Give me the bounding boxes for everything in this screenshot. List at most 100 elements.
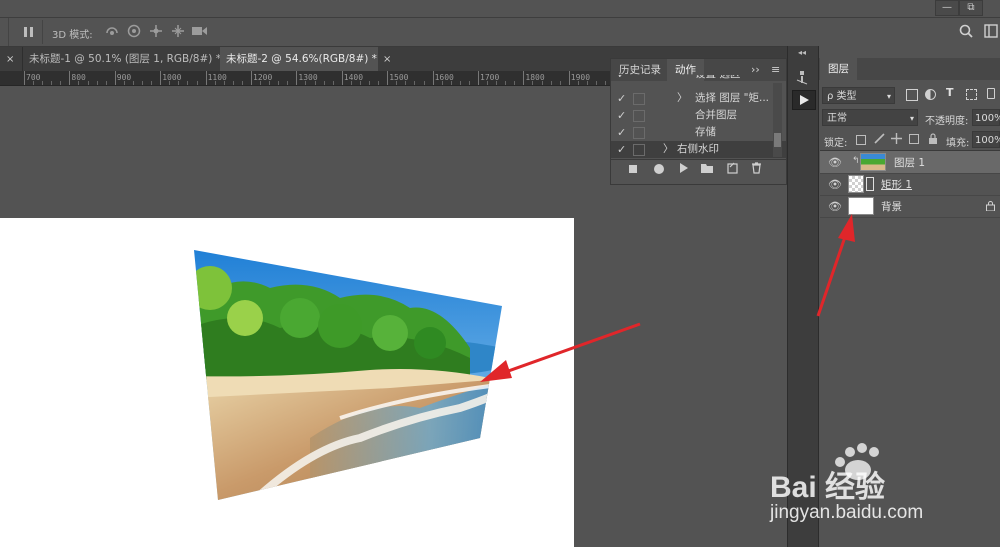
lock-artboard-icon[interactable] <box>909 134 919 144</box>
ruler-minor-tick <box>596 81 598 85</box>
lock-move-icon[interactable] <box>891 133 902 147</box>
layer-name[interactable]: 矩形 1 <box>881 177 912 192</box>
filter-type-icon[interactable]: T <box>946 86 954 99</box>
minimize-button[interactable]: — <box>935 0 959 16</box>
ruler-minor-tick <box>496 81 498 85</box>
options-bar: 3D 模式: <box>0 18 1000 47</box>
distribute-icon[interactable] <box>24 27 34 37</box>
filter-adjustment-icon[interactable] <box>925 89 936 100</box>
ruler-minor-tick <box>305 81 307 85</box>
opacity-input[interactable]: 100% <box>972 109 1000 126</box>
dialog-toggle-box[interactable] <box>633 93 645 105</box>
layer-row-selected[interactable]: 👁 ↰ 图层 1 <box>820 151 1000 174</box>
ruler-tick-line <box>160 71 162 85</box>
action-row[interactable]: ✓ 〉 选择 图层 "矩... <box>611 90 786 107</box>
fill-label: 填充: <box>946 138 970 149</box>
ruler-minor-tick <box>468 81 470 85</box>
check-icon[interactable]: ✓ <box>617 124 626 141</box>
3d-rotate-icon[interactable] <box>104 24 120 41</box>
action-label: 右侧水印 <box>677 143 719 155</box>
ruler-minor-tick <box>323 81 325 85</box>
beach-photo-layer[interactable] <box>190 248 510 507</box>
dialog-toggle-box[interactable] <box>633 144 645 156</box>
action-row-selected[interactable]: ✓ 〉 右侧水印 <box>611 141 786 158</box>
record-icon[interactable] <box>654 164 664 174</box>
action-row[interactable]: ✓ 存储 <box>611 124 786 141</box>
stop-icon[interactable] <box>629 165 637 173</box>
ruler-minor-tick <box>132 81 134 85</box>
scrollbar[interactable] <box>773 83 782 157</box>
filter-pixel-icon[interactable] <box>906 89 918 101</box>
ruler-minor-tick <box>269 81 271 85</box>
divider <box>8 18 9 46</box>
action-row-partial[interactable]: ✓ 设置 选区 <box>611 75 786 83</box>
ruler-minor-tick <box>196 81 198 85</box>
filter-smart-object-icon[interactable] <box>987 88 995 99</box>
ruler-minor-tick <box>78 81 80 85</box>
ruler-minor-tick <box>541 81 543 85</box>
dialog-toggle-box[interactable] <box>633 110 645 122</box>
action-row[interactable]: ✓ 合并图层 <box>611 107 786 124</box>
workspace-icon[interactable] <box>984 24 998 41</box>
check-icon[interactable]: ✓ <box>617 141 626 158</box>
action-label: 合并图层 <box>695 109 737 121</box>
action-label: 设置 选区 <box>695 75 740 83</box>
layer-row[interactable]: 👁 矩形 1 <box>820 173 1000 196</box>
tab-close-prev[interactable]: × <box>0 47 22 71</box>
expand-icon[interactable]: 〉 <box>677 90 688 107</box>
folder-icon[interactable] <box>701 163 713 176</box>
3d-roll-icon[interactable] <box>127 24 141 41</box>
eye-icon[interactable]: 👁 <box>828 156 842 169</box>
ruler-minor-tick <box>142 81 144 85</box>
ruler-tick-line <box>205 71 207 85</box>
clipping-mask-icon: ↰ <box>852 156 860 166</box>
tab-layers[interactable]: 图层 <box>820 58 857 80</box>
3d-camera-icon[interactable] <box>192 25 208 40</box>
ruler-minor-tick <box>369 81 371 85</box>
trash-icon[interactable] <box>751 162 762 177</box>
tab-untitled-2[interactable]: 未标题-2 @ 54.6%(RGB/8#) * × <box>220 47 391 71</box>
tab-untitled-1[interactable]: 未标题-1 @ 50.1% (图层 1, RGB/8#) *× <box>22 47 235 71</box>
lock-paint-icon[interactable] <box>874 133 885 147</box>
tab-label: 未标题-1 @ 50.1% (图层 1, RGB/8#) * <box>29 53 221 65</box>
red-arrow-canvas <box>470 318 650 393</box>
ruler-minor-tick <box>332 81 334 85</box>
layer-thumbnail <box>848 175 864 193</box>
ruler-minor-tick <box>169 81 171 85</box>
history-brush-icon[interactable] <box>794 68 812 89</box>
3d-slide-icon[interactable] <box>171 24 185 41</box>
filter-shape-icon[interactable] <box>966 89 977 100</box>
eye-icon[interactable]: 👁 <box>828 178 842 191</box>
ruler-minor-tick <box>532 81 534 85</box>
close-icon[interactable]: × <box>383 54 391 65</box>
fill-input[interactable]: 100% <box>972 131 1000 148</box>
3d-mode-label: 3D 模式: <box>52 30 93 41</box>
ruler-minor-tick <box>96 81 98 85</box>
ruler-minor-tick <box>87 81 89 85</box>
scrollbar-thumb[interactable] <box>774 133 781 147</box>
tab-label: 未标题-2 @ 54.6%(RGB/8#) * <box>226 53 377 65</box>
check-icon[interactable]: ✓ <box>617 75 626 83</box>
layer-name[interactable]: 背景 <box>881 199 902 214</box>
filter-label: ρ 类型 <box>827 91 857 102</box>
check-icon[interactable]: ✓ <box>617 107 626 124</box>
dialog-toggle-box[interactable] <box>633 127 645 139</box>
search-icon[interactable] <box>959 24 973 41</box>
lock-label: 锁定: <box>824 138 848 149</box>
ruler-minor-tick <box>487 81 489 85</box>
check-icon[interactable]: ✓ <box>617 90 626 107</box>
blend-mode-select[interactable]: 正常 ▾ <box>822 109 918 126</box>
opacity-label: 不透明度: <box>925 116 969 127</box>
play-icon[interactable] <box>679 162 689 177</box>
3d-drag-icon[interactable] <box>149 24 163 41</box>
lock-transparent-icon[interactable] <box>856 135 866 145</box>
ruler-minor-tick <box>559 81 561 85</box>
lock-all-icon[interactable] <box>928 133 938 147</box>
new-action-icon[interactable] <box>727 162 738 177</box>
restore-button[interactable]: ⧉ <box>959 0 983 16</box>
actions-panel-button[interactable] <box>792 90 816 110</box>
expand-panels-icon[interactable]: ◂◂ <box>798 48 806 57</box>
layer-name[interactable]: 图层 1 <box>894 155 925 170</box>
expand-icon[interactable]: 〉 <box>663 141 674 158</box>
layer-filter-select[interactable]: ρ 类型 ▾ <box>822 87 895 104</box>
